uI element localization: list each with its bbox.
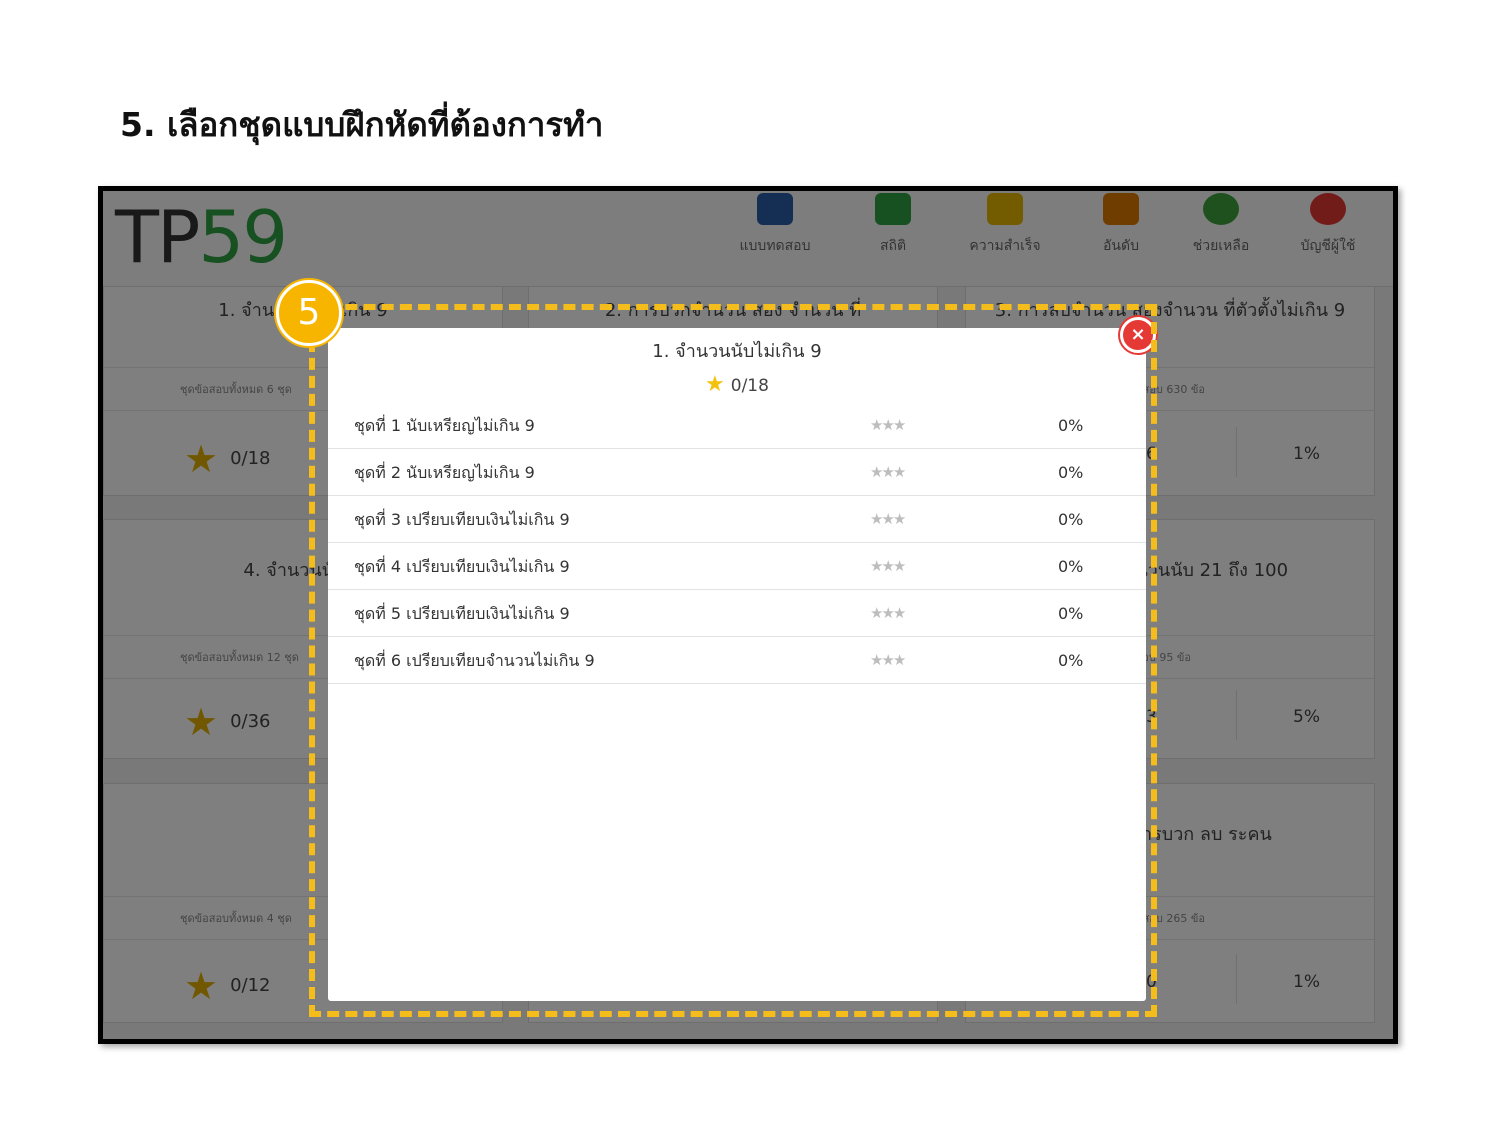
highlight-box [309, 304, 1157, 1017]
step-badge: 5 [276, 280, 342, 346]
step-title: 5. เลือกชุดแบบฝึกหัดที่ต้องการทำ [120, 105, 604, 144]
